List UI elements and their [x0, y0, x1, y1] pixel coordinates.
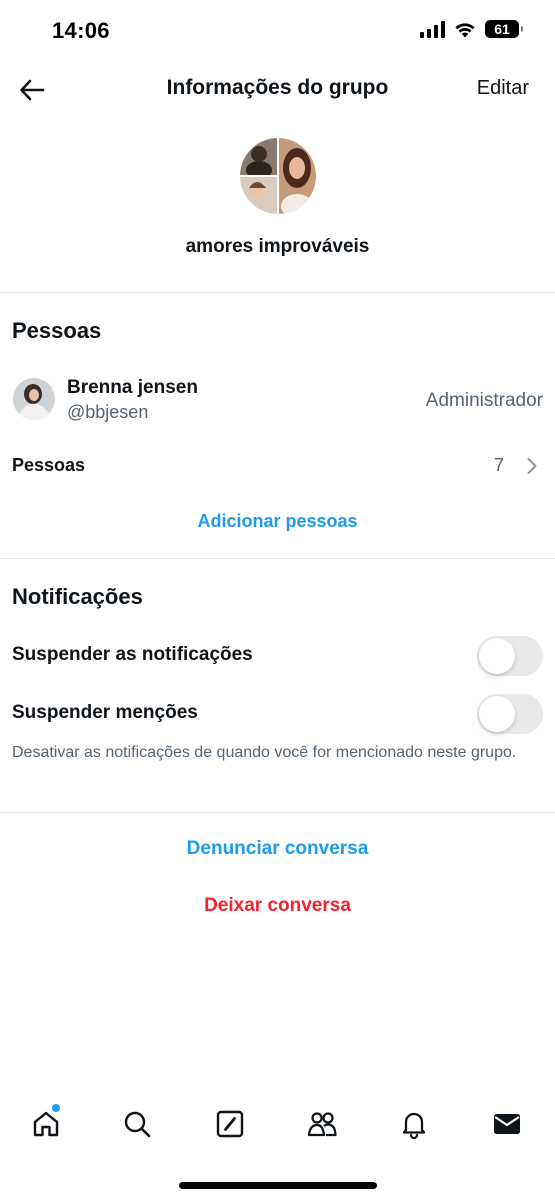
group-name: amores improváveis	[185, 236, 370, 257]
tab-messages[interactable]	[487, 1104, 527, 1144]
snooze-notifications-label: Suspender as notificações	[12, 644, 253, 665]
compose-icon	[216, 1110, 244, 1138]
header: Informações do grupo Editar	[0, 62, 555, 118]
bottom-tab-bar	[0, 1100, 555, 1150]
snooze-mentions-label: Suspender menções	[12, 702, 198, 723]
bell-icon	[402, 1112, 426, 1139]
people-section-title: Pessoas	[12, 318, 102, 343]
member-name: Brenna jensen	[67, 377, 198, 398]
toggle-knob	[479, 638, 515, 674]
tab-compose[interactable]	[210, 1104, 250, 1144]
people-count: 7	[493, 455, 504, 475]
home-indicator[interactable]	[179, 1182, 377, 1189]
report-conversation-button[interactable]: Denunciar conversa	[0, 838, 555, 860]
battery-level: 61	[494, 21, 510, 37]
divider	[0, 292, 555, 293]
divider	[0, 558, 555, 559]
toggle-knob	[479, 696, 515, 732]
people-row-label: Pessoas	[12, 455, 86, 475]
wifi-icon	[455, 23, 475, 38]
tab-notifications[interactable]	[394, 1104, 434, 1144]
home-icon	[33, 1111, 59, 1137]
notifications-section-title: Notificações	[12, 584, 143, 609]
member-role: Administrador	[425, 390, 543, 411]
snooze-notifications-toggle[interactable]	[477, 636, 543, 676]
snooze-mentions-toggle[interactable]	[477, 694, 543, 734]
member-row[interactable]: Brenna jensen @bbjesen Administrador	[0, 372, 555, 428]
mail-icon	[494, 1114, 520, 1134]
group-avatar-image	[240, 138, 316, 214]
home-unread-dot	[52, 1104, 60, 1112]
member-handle: @bbjesen	[67, 402, 149, 422]
tab-home[interactable]	[26, 1104, 66, 1144]
page-title: Informações do grupo	[166, 76, 389, 99]
snooze-mentions-row: Suspender menções	[0, 694, 555, 734]
status-time: 14:06	[52, 18, 110, 43]
people-count-row[interactable]: Pessoas 7	[0, 446, 555, 486]
status-bar: 14:06 61	[0, 0, 555, 62]
member-avatar	[13, 378, 55, 420]
tab-search[interactable]	[117, 1104, 157, 1144]
communities-icon	[307, 1112, 337, 1137]
divider	[0, 812, 555, 813]
search-icon	[124, 1111, 151, 1138]
leave-conversation-button[interactable]: Deixar conversa	[0, 895, 555, 917]
tab-communities[interactable]	[302, 1104, 342, 1144]
status-icons: 61	[420, 20, 523, 38]
add-people-button[interactable]: Adicionar pessoas	[0, 511, 555, 532]
chevron-right-icon	[527, 458, 537, 474]
group-avatar[interactable]	[240, 138, 316, 214]
mentions-help-text: Desativar as notificações de quando você…	[12, 744, 517, 761]
cellular-signal-icon	[420, 20, 445, 38]
edit-button[interactable]: Editar	[477, 77, 529, 100]
battery-icon: 61	[485, 20, 523, 38]
snooze-notifications-row: Suspender as notificações	[0, 636, 555, 676]
